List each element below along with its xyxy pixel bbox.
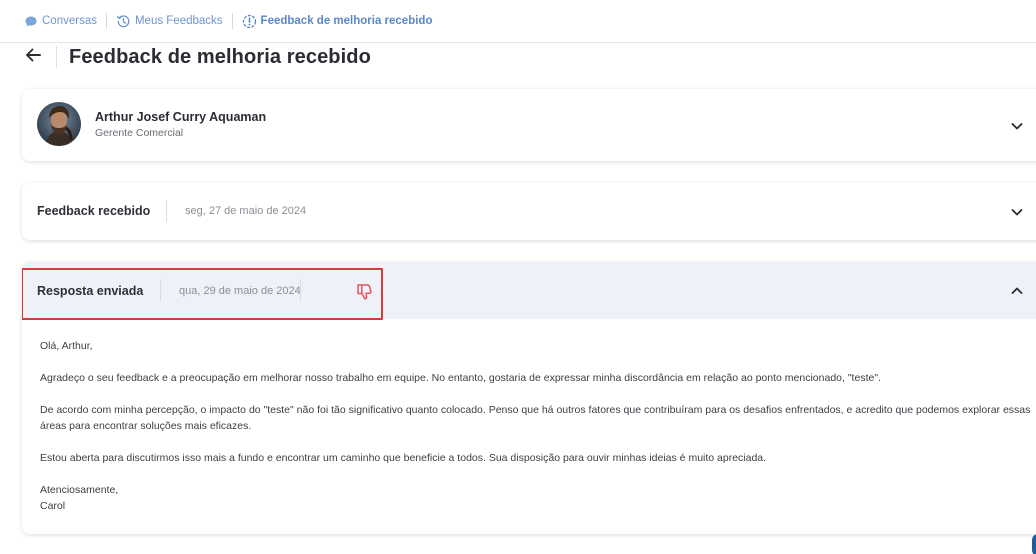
breadcrumb-label: Feedback de melhoria recebido bbox=[260, 15, 433, 27]
chat-bubble-icon bbox=[24, 15, 38, 28]
response-card: Resposta enviada qua, 29 de maio de 2024… bbox=[22, 262, 1036, 534]
breadcrumb-divider bbox=[231, 13, 233, 29]
response-signoff: Atenciosamente, bbox=[40, 484, 119, 496]
avatar bbox=[37, 102, 81, 146]
page: Conversas Meus Feedbacks Feedback de mel… bbox=[0, 0, 1036, 554]
page-header: Feedback de melhoria recebido bbox=[22, 44, 371, 70]
response-body: Olá, Arthur, Agradeço o seu feedback e a… bbox=[40, 338, 1036, 514]
arrow-left-icon bbox=[24, 47, 42, 68]
response-signature: Carol bbox=[40, 500, 66, 512]
response-paragraph: Estou aberta para discutirmos isso mais … bbox=[40, 452, 767, 464]
history-icon bbox=[116, 14, 131, 29]
feedback-received-card[interactable]: Feedback recebido seg, 27 de maio de 202… bbox=[22, 183, 1036, 240]
back-button[interactable] bbox=[22, 46, 44, 68]
breadcrumb-label: Meus Feedbacks bbox=[134, 15, 223, 27]
feedback-received-date: seg, 27 de maio de 2024 bbox=[185, 205, 307, 217]
breadcrumb-label: Conversas bbox=[42, 15, 97, 27]
highlight-annotation bbox=[22, 268, 383, 320]
chevron-down-icon[interactable] bbox=[1010, 205, 1024, 219]
title-divider bbox=[56, 46, 57, 68]
breadcrumb-item-current[interactable]: Feedback de melhoria recebido bbox=[242, 14, 433, 29]
response-header[interactable]: Resposta enviada qua, 29 de maio de 2024 bbox=[22, 262, 1036, 320]
floating-action-button[interactable] bbox=[1032, 534, 1036, 554]
row-divider bbox=[166, 200, 167, 222]
chevron-down-icon[interactable] bbox=[1010, 119, 1024, 133]
breadcrumb-item-conversas[interactable]: Conversas bbox=[24, 15, 97, 28]
breadcrumb-item-meus-feedbacks[interactable]: Meus Feedbacks bbox=[116, 14, 223, 29]
person-role: Gerente Comercial bbox=[95, 127, 184, 139]
person-card[interactable]: Arthur Josef Curry Aquaman Gerente Comer… bbox=[22, 89, 1036, 161]
response-paragraph: De acordo com minha percepção, o impacto… bbox=[40, 404, 1031, 432]
breadcrumb: Conversas Meus Feedbacks Feedback de mel… bbox=[0, 0, 1036, 43]
feedback-received-label: Feedback recebido bbox=[37, 204, 151, 218]
response-greeting: Olá, Arthur, bbox=[40, 340, 93, 352]
page-title: Feedback de melhoria recebido bbox=[69, 45, 371, 68]
alert-circle-icon bbox=[242, 14, 257, 29]
breadcrumb-divider bbox=[105, 13, 107, 29]
response-paragraph: Agradeço o seu feedback e a preocupação … bbox=[40, 372, 881, 384]
chevron-up-icon[interactable] bbox=[1010, 284, 1024, 298]
person-name: Arthur Josef Curry Aquaman bbox=[95, 110, 267, 124]
